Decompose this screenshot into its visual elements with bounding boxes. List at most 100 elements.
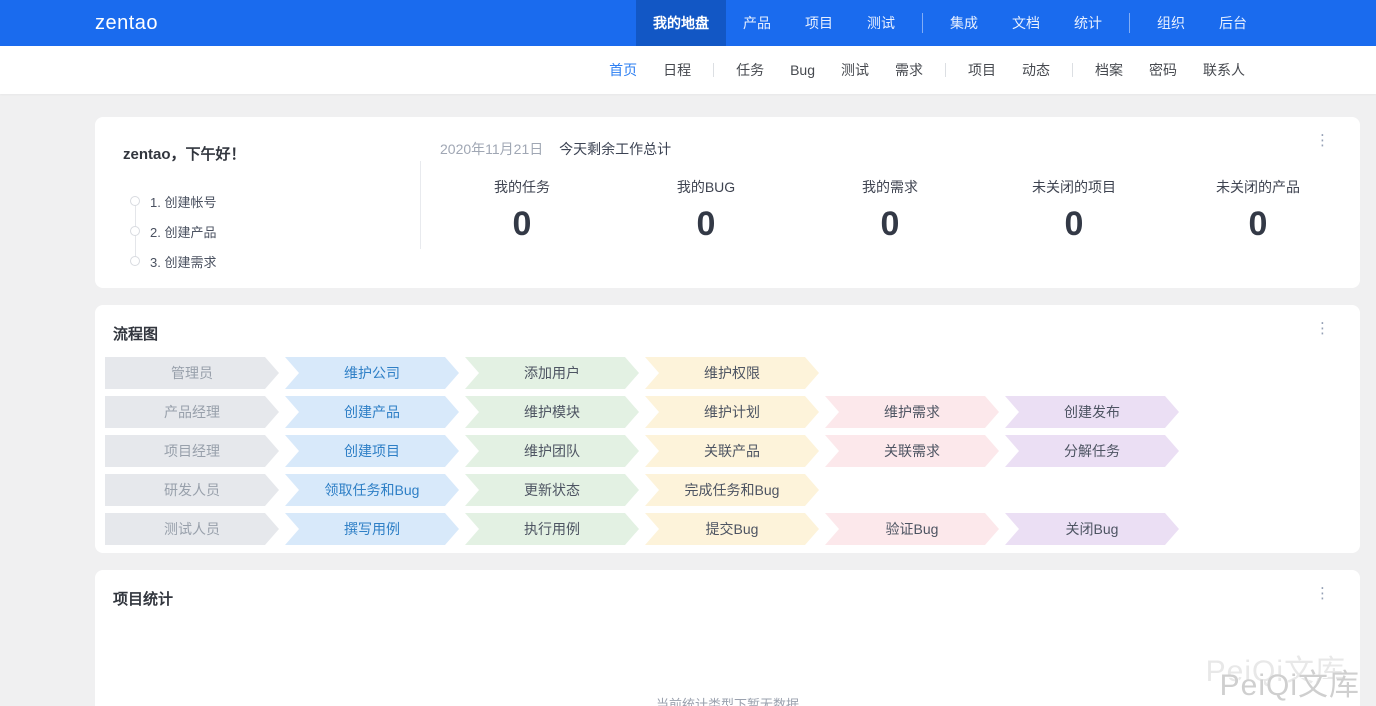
flow-step[interactable]: 分解任务 xyxy=(1005,435,1179,467)
flow-step[interactable]: 创建发布 xyxy=(1005,396,1179,428)
flow-step[interactable]: 创建产品 xyxy=(285,396,459,428)
flow-step[interactable]: 测试人员 xyxy=(105,513,279,545)
step-label: 3. 创建需求 xyxy=(150,252,216,271)
main-menu: 我的地盘产品项目测试集成文档统计组织后台 xyxy=(636,0,1264,46)
stats-row: 我的任务0我的BUG0我的需求0未关闭的项目0未关闭的产品0 xyxy=(430,177,1350,244)
flow-step[interactable]: 项目经理 xyxy=(105,435,279,467)
sub-menu-item[interactable]: 联系人 xyxy=(1190,60,1258,80)
flow-step[interactable]: 维护需求 xyxy=(825,396,999,428)
flow-step[interactable]: 完成任务和Bug xyxy=(645,474,819,506)
kebab-menu-icon[interactable]: ⋮ xyxy=(1309,129,1336,153)
welcome-right-panel: 2020年11月21日 今天剩余工作总计 我的任务0我的BUG0我的需求0未关闭… xyxy=(420,117,1360,288)
welcome-left-panel: zentao，下午好！ 1. 创建帐号 2. 创建产品 3. 创建需求 xyxy=(95,117,420,288)
flow-step[interactable]: 领取任务和Bug xyxy=(285,474,459,506)
current-date: 2020年11月21日 xyxy=(440,141,543,157)
stat-value[interactable]: 0 xyxy=(1166,205,1350,244)
flow-row: 研发人员领取任务和Bug更新状态完成任务和Bug xyxy=(105,474,1350,506)
main-menu-item[interactable]: 项目 xyxy=(788,0,850,46)
step-circle-icon xyxy=(130,196,140,206)
flow-step[interactable]: 验证Bug xyxy=(825,513,999,545)
flow-step[interactable]: 创建项目 xyxy=(285,435,459,467)
stat-label: 我的任务 xyxy=(430,177,614,197)
main-menu-item[interactable]: 测试 xyxy=(850,0,912,46)
sub-menu-item[interactable]: 测试 xyxy=(828,60,882,80)
flow-step[interactable]: 维护模块 xyxy=(465,396,639,428)
stat-value[interactable]: 0 xyxy=(798,205,982,244)
main-menu-item[interactable]: 统计 xyxy=(1057,0,1119,46)
stat-value[interactable]: 0 xyxy=(982,205,1166,244)
sub-menu-item[interactable]: 项目 xyxy=(955,60,1009,80)
top-navbar: zentao 我的地盘产品项目测试集成文档统计组织后台 xyxy=(0,0,1376,46)
empty-data-message: 当前统计类型下暂无数据 xyxy=(95,694,1360,706)
flow-step[interactable]: 更新状态 xyxy=(465,474,639,506)
step-label: 1. 创建帐号 xyxy=(150,192,216,211)
project-stats-card: 项目统计 当前统计类型下暂无数据 ⋮ xyxy=(95,570,1360,706)
flow-step[interactable]: 维护公司 xyxy=(285,357,459,389)
flow-step[interactable]: 维护团队 xyxy=(465,435,639,467)
main-menu-item[interactable]: 我的地盘 xyxy=(636,0,726,46)
flowchart-rows: 管理员维护公司添加用户维护权限产品经理创建产品维护模块维护计划维护需求创建发布项… xyxy=(105,357,1350,545)
main-menu-item[interactable]: 后台 xyxy=(1202,0,1264,46)
sub-menu-item[interactable]: 需求 xyxy=(882,60,936,80)
flowchart-title: 流程图 xyxy=(113,323,1350,344)
flow-step[interactable]: 提交Bug xyxy=(645,513,819,545)
step-label: 2. 创建产品 xyxy=(150,222,216,241)
sub-menu-divider xyxy=(713,63,714,77)
app-logo[interactable]: zentao xyxy=(95,0,158,46)
stat-block: 我的需求 0 xyxy=(798,177,982,244)
stat-block: 未关闭的项目 0 xyxy=(982,177,1166,244)
flow-step[interactable]: 产品经理 xyxy=(105,396,279,428)
onboarding-step[interactable]: 2. 创建产品 xyxy=(130,216,420,246)
dashboard-content: zentao，下午好！ 1. 创建帐号 2. 创建产品 3. 创建需求 2020年1… xyxy=(95,117,1360,706)
kebab-menu-icon[interactable]: ⋮ xyxy=(1309,582,1336,606)
sub-menu-item[interactable]: 任务 xyxy=(723,60,777,80)
main-menu-divider xyxy=(1129,13,1130,33)
flow-step[interactable]: 关闭Bug xyxy=(1005,513,1179,545)
sub-menu: 首页日程任务Bug测试需求项目动态档案密码联系人 xyxy=(0,46,1376,94)
main-menu-item[interactable]: 组织 xyxy=(1140,0,1202,46)
sub-menu-item[interactable]: 动态 xyxy=(1009,60,1063,80)
stat-value[interactable]: 0 xyxy=(430,205,614,244)
sub-menu-item[interactable]: 档案 xyxy=(1082,60,1136,80)
stat-block: 我的BUG 0 xyxy=(614,177,798,244)
main-menu-item[interactable]: 产品 xyxy=(726,0,788,46)
stat-label: 我的需求 xyxy=(798,177,982,197)
sub-menu-item[interactable]: 日程 xyxy=(650,60,704,80)
flow-step[interactable]: 添加用户 xyxy=(465,357,639,389)
onboarding-step[interactable]: 1. 创建帐号 xyxy=(130,186,420,216)
flow-step[interactable]: 关联产品 xyxy=(645,435,819,467)
project-stats-title: 项目统计 xyxy=(113,588,1350,609)
flow-row: 产品经理创建产品维护模块维护计划维护需求创建发布 xyxy=(105,396,1350,428)
flow-step[interactable]: 管理员 xyxy=(105,357,279,389)
main-menu-divider xyxy=(922,13,923,33)
main-menu-item[interactable]: 集成 xyxy=(933,0,995,46)
date-row: 2020年11月21日 今天剩余工作总计 xyxy=(430,139,1350,159)
stat-label: 未关闭的项目 xyxy=(982,177,1166,197)
flow-step[interactable]: 研发人员 xyxy=(105,474,279,506)
flow-step[interactable]: 执行用例 xyxy=(465,513,639,545)
stat-label: 未关闭的产品 xyxy=(1166,177,1350,197)
flow-step[interactable]: 维护计划 xyxy=(645,396,819,428)
step-circle-icon xyxy=(130,226,140,236)
sub-menu-item[interactable]: 密码 xyxy=(1136,60,1190,80)
flow-row: 管理员维护公司添加用户维护权限 xyxy=(105,357,1350,389)
welcome-card: zentao，下午好！ 1. 创建帐号 2. 创建产品 3. 创建需求 2020年1… xyxy=(95,117,1360,288)
sub-menu-divider xyxy=(945,63,946,77)
stat-block: 未关闭的产品 0 xyxy=(1166,177,1350,244)
sub-menu-divider xyxy=(1072,63,1073,77)
stat-value[interactable]: 0 xyxy=(614,205,798,244)
flow-row: 项目经理创建项目维护团队关联产品关联需求分解任务 xyxy=(105,435,1350,467)
stat-label: 我的BUG xyxy=(614,177,798,197)
flow-step[interactable]: 撰写用例 xyxy=(285,513,459,545)
onboarding-steps: 1. 创建帐号 2. 创建产品 3. 创建需求 xyxy=(130,186,420,276)
onboarding-step[interactable]: 3. 创建需求 xyxy=(130,246,420,276)
greeting-text: zentao，下午好！ xyxy=(123,143,420,164)
main-menu-item[interactable]: 文档 xyxy=(995,0,1057,46)
flow-row: 测试人员撰写用例执行用例提交Bug验证Bug关闭Bug xyxy=(105,513,1350,545)
flow-step[interactable]: 关联需求 xyxy=(825,435,999,467)
sub-menu-item[interactable]: 首页 xyxy=(596,60,650,80)
kebab-menu-icon[interactable]: ⋮ xyxy=(1309,317,1336,341)
sub-menu-item[interactable]: Bug xyxy=(777,62,828,78)
vertical-divider xyxy=(420,161,421,249)
flow-step[interactable]: 维护权限 xyxy=(645,357,819,389)
